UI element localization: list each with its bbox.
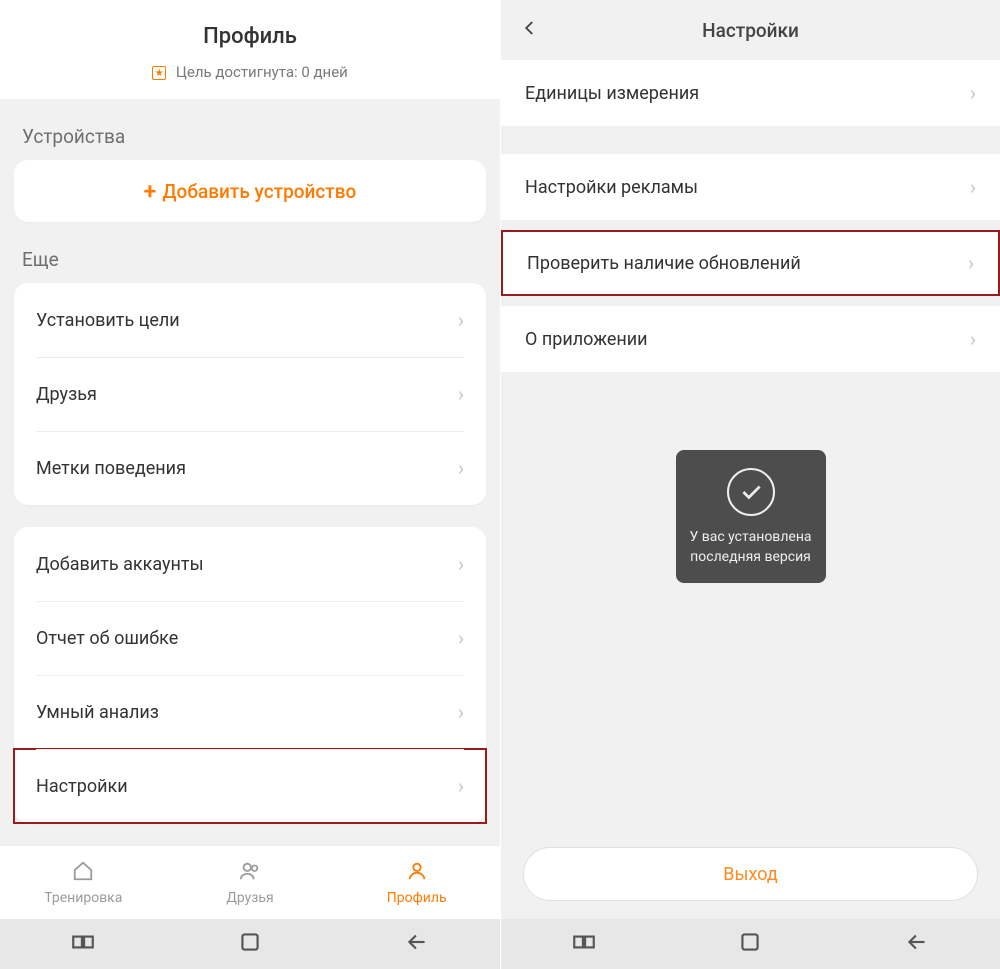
more-group-1: Установить цели › Друзья › Метки поведен… bbox=[14, 283, 486, 505]
row-about[interactable]: О приложении › bbox=[501, 306, 1000, 372]
tab-label: Тренировка bbox=[44, 890, 122, 906]
friends-icon bbox=[238, 860, 262, 888]
goal-text: Цель достигнута: 0 дней bbox=[176, 63, 348, 81]
row-label: Настройки рекламы bbox=[525, 177, 698, 198]
row-ad-settings[interactable]: Настройки рекламы › bbox=[501, 154, 1000, 220]
row-settings[interactable]: Настройки › bbox=[14, 749, 486, 823]
tab-label: Профиль bbox=[387, 890, 447, 906]
add-device-button[interactable]: + Добавить устройство bbox=[14, 160, 486, 222]
row-label: Единицы измерения bbox=[525, 83, 699, 104]
tab-profile[interactable]: Профиль bbox=[333, 846, 500, 919]
goal-badge-icon: ★ bbox=[152, 66, 166, 80]
recent-apps-button[interactable] bbox=[571, 929, 597, 959]
goal-status: ★ Цель достигнута: 0 дней bbox=[0, 55, 500, 99]
update-toast: У вас установлена последняя версия bbox=[676, 450, 826, 583]
row-label: О приложении bbox=[525, 329, 648, 350]
chevron-right-icon: › bbox=[970, 327, 976, 351]
row-check-updates[interactable]: Проверить наличие обновлений › bbox=[501, 230, 1000, 296]
row-label: Метки поведения bbox=[36, 458, 186, 479]
row-behavior-tags[interactable]: Метки поведения › bbox=[14, 431, 486, 505]
bottom-tabs: Тренировка Друзья Профиль bbox=[0, 845, 500, 919]
home-icon bbox=[72, 860, 94, 888]
row-add-accounts[interactable]: Добавить аккаунты › bbox=[14, 527, 486, 601]
system-navbar bbox=[501, 919, 1000, 969]
row-label: Настройки bbox=[36, 776, 128, 797]
page-title: Настройки bbox=[501, 19, 1000, 42]
check-circle-icon bbox=[727, 468, 775, 516]
logout-button[interactable]: Выход bbox=[523, 847, 978, 901]
row-label: Друзья bbox=[36, 384, 97, 405]
header: Настройки bbox=[501, 0, 1000, 60]
back-button[interactable] bbox=[904, 929, 930, 959]
chevron-right-icon: › bbox=[970, 81, 976, 105]
profile-screen: Профиль ★ Цель достигнута: 0 дней Устрой… bbox=[0, 0, 500, 969]
tab-training[interactable]: Тренировка bbox=[0, 846, 167, 919]
system-navbar bbox=[0, 919, 500, 969]
chevron-right-icon: › bbox=[968, 251, 974, 275]
header: Профиль bbox=[0, 0, 500, 55]
row-label: Проверить наличие обновлений bbox=[527, 253, 801, 274]
chevron-right-icon: › bbox=[458, 456, 464, 480]
chevron-right-icon: › bbox=[458, 774, 464, 798]
chevron-right-icon: › bbox=[458, 700, 464, 724]
chevron-right-icon: › bbox=[458, 552, 464, 576]
row-set-goals[interactable]: Установить цели › bbox=[14, 283, 486, 357]
row-label: Установить цели bbox=[36, 310, 180, 331]
back-icon[interactable] bbox=[521, 18, 539, 43]
section-devices-label: Устройства bbox=[0, 99, 500, 160]
row-label: Отчет об ошибке bbox=[36, 628, 178, 649]
row-friends[interactable]: Друзья › bbox=[14, 357, 486, 431]
home-button[interactable] bbox=[237, 929, 263, 959]
home-button[interactable] bbox=[737, 929, 763, 959]
row-label: Умный анализ bbox=[36, 702, 159, 723]
row-label: Добавить аккаунты bbox=[36, 554, 204, 575]
plus-icon: + bbox=[144, 178, 157, 205]
logout-label: Выход bbox=[723, 864, 777, 885]
chevron-right-icon: › bbox=[458, 626, 464, 650]
recent-apps-button[interactable] bbox=[70, 929, 96, 959]
person-icon bbox=[406, 860, 428, 888]
tab-friends[interactable]: Друзья bbox=[167, 846, 334, 919]
row-smart-analysis[interactable]: Умный анализ › bbox=[14, 675, 486, 749]
row-bug-report[interactable]: Отчет об ошибке › bbox=[14, 601, 486, 675]
chevron-right-icon: › bbox=[970, 175, 976, 199]
row-units[interactable]: Единицы измерения › bbox=[501, 60, 1000, 126]
more-group-2: Добавить аккаунты › Отчет об ошибке › Ум… bbox=[14, 527, 486, 823]
chevron-right-icon: › bbox=[458, 382, 464, 406]
toast-text: У вас установлена последняя версия bbox=[688, 528, 814, 567]
back-button[interactable] bbox=[404, 929, 430, 959]
section-more-label: Еще bbox=[0, 222, 500, 283]
page-title: Профиль bbox=[0, 24, 500, 49]
chevron-right-icon: › bbox=[458, 308, 464, 332]
add-device-label: Добавить устройство bbox=[162, 180, 356, 203]
settings-screen: Настройки Единицы измерения › Настройки … bbox=[500, 0, 1000, 969]
tab-label: Друзья bbox=[226, 890, 273, 906]
